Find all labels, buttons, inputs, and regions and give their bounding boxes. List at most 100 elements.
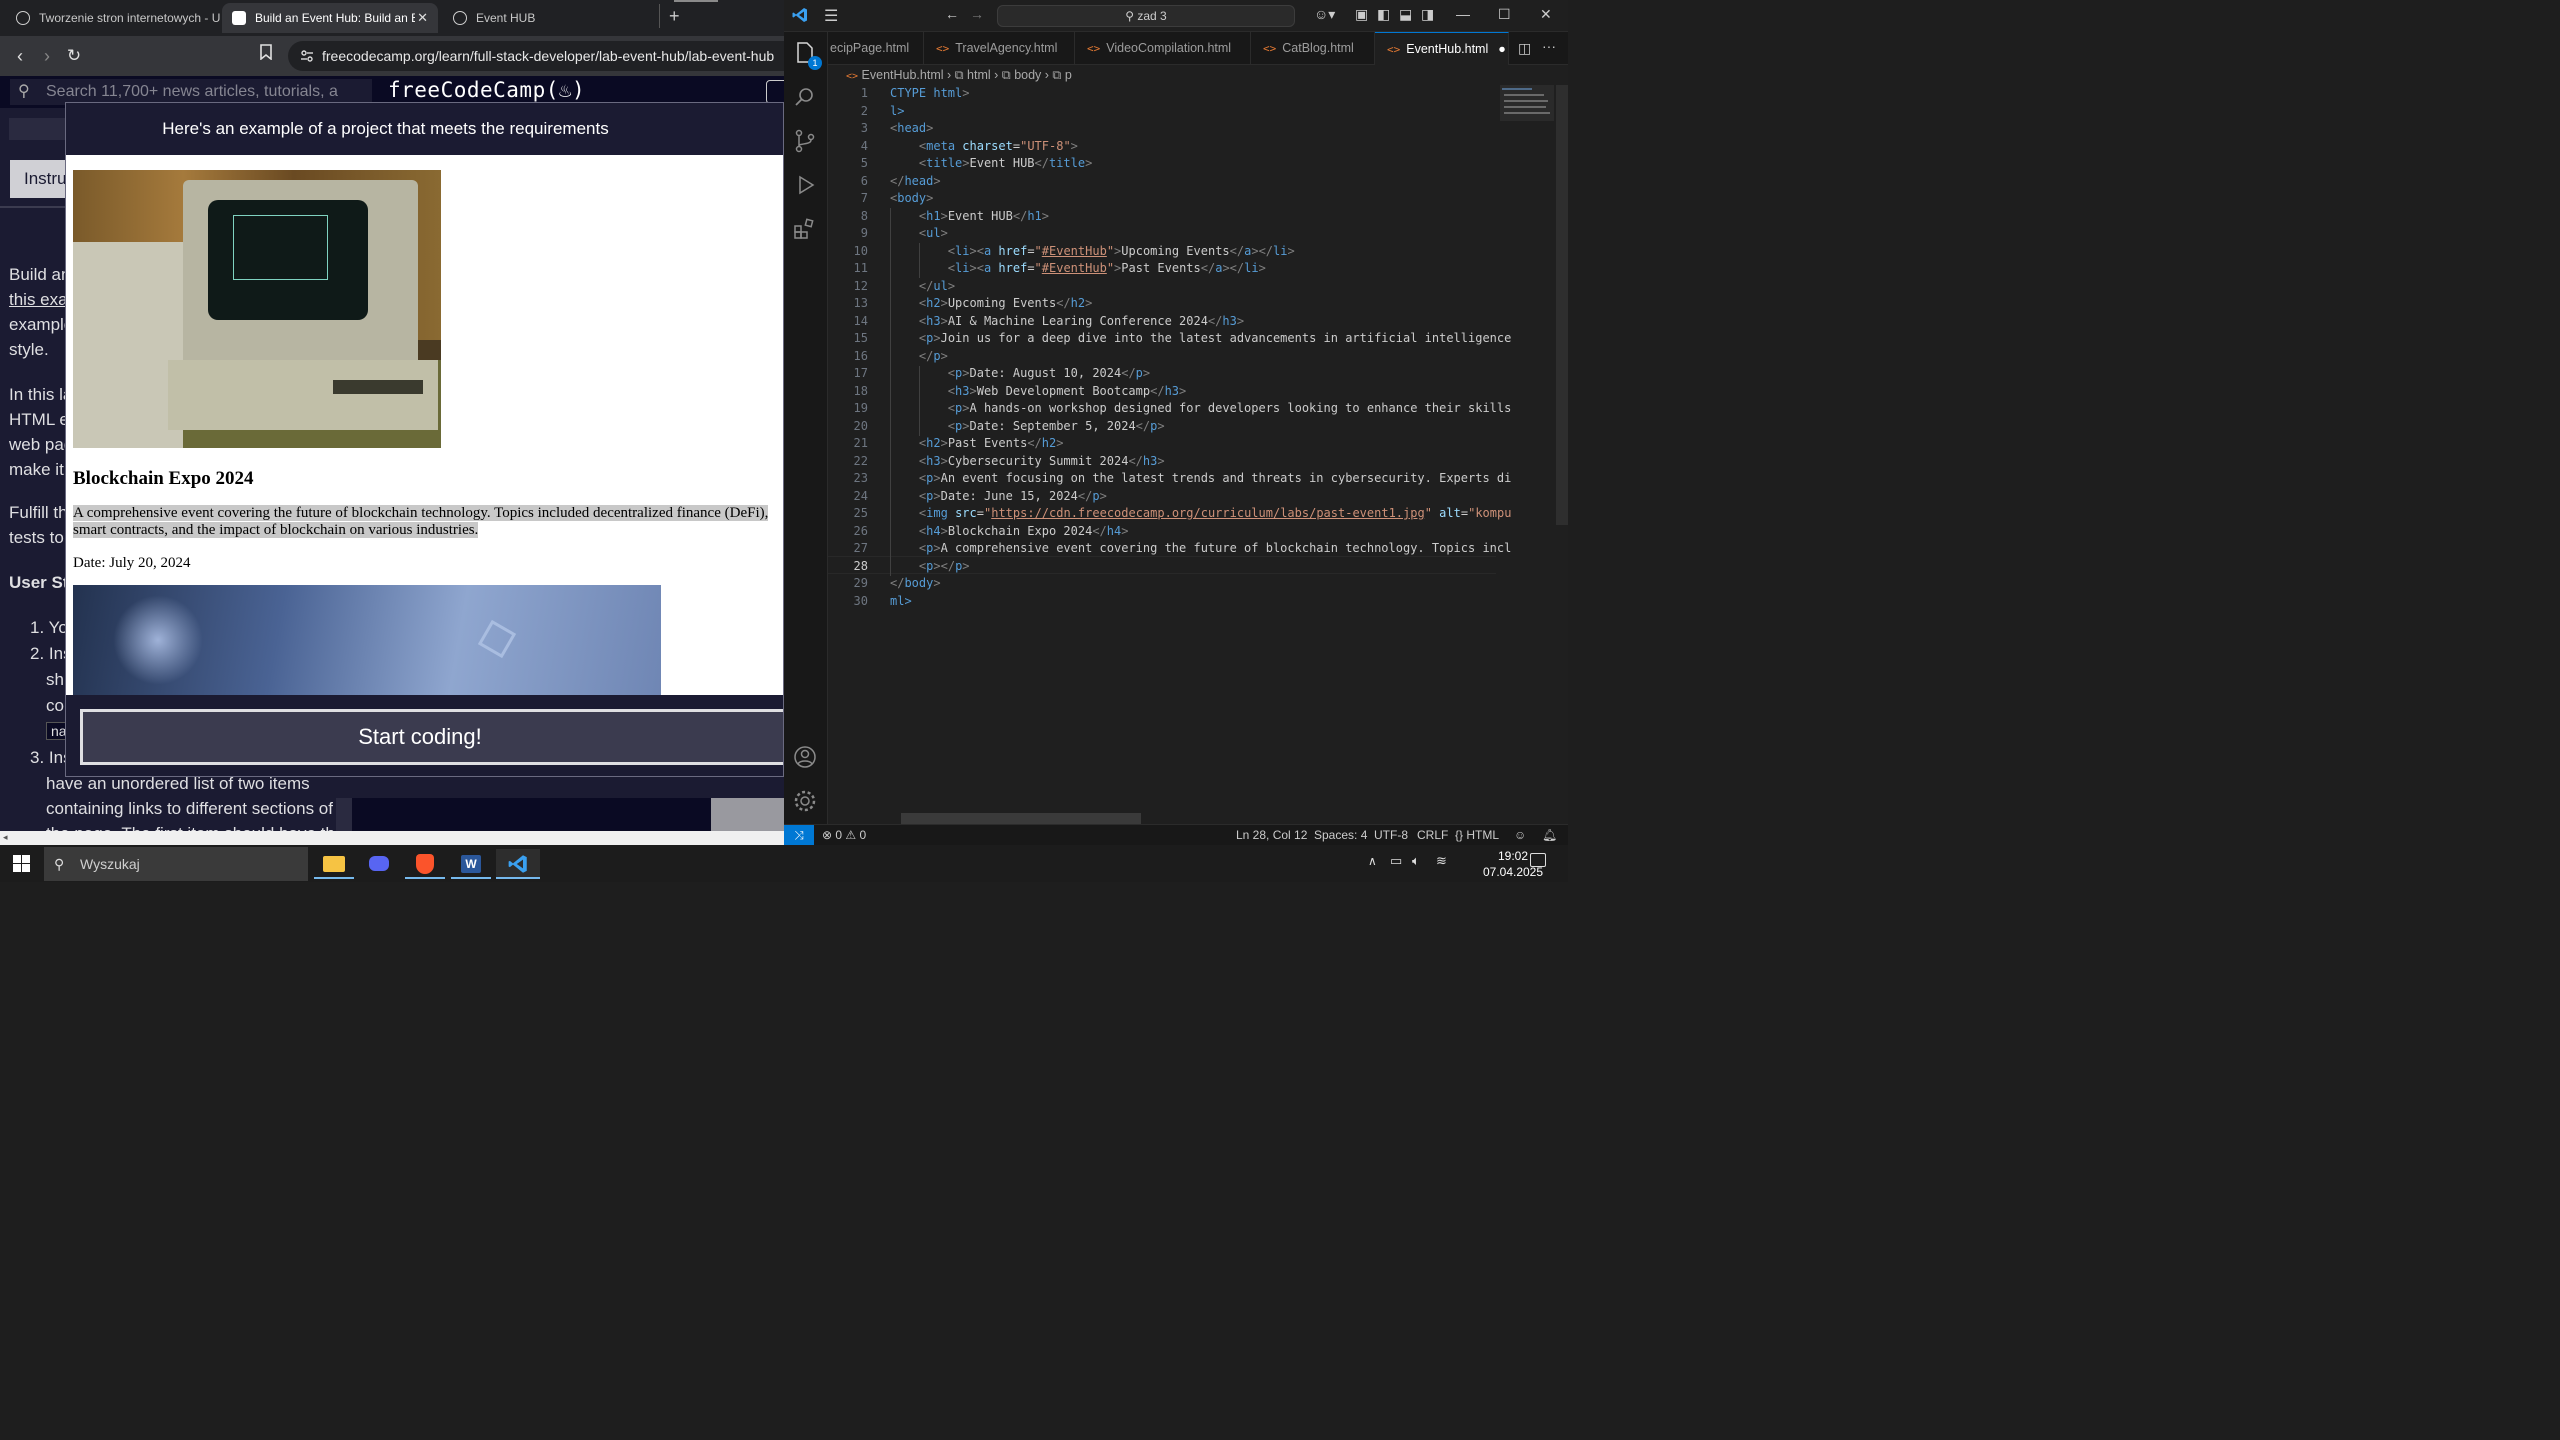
html-file-icon: <> <box>1087 42 1101 55</box>
new-tab-icon[interactable]: + <box>669 6 680 27</box>
search-icon[interactable] <box>792 84 820 112</box>
gear-icon[interactable] <box>792 788 820 816</box>
windows-search-box[interactable]: ⚲ Wyszukaj <box>44 847 308 881</box>
toggle-sidebar-icon[interactable]: ◧ <box>1377 6 1390 23</box>
language-mode[interactable]: {} HTML <box>1455 825 1499 845</box>
search-placeholder: Wyszukaj <box>80 856 140 872</box>
browser-tab[interactable]: Tworzenie stron internetowych - Un <box>6 3 220 33</box>
windows-start-icon[interactable] <box>13 855 30 872</box>
line-number: 20 <box>853 418 868 433</box>
language-globe-icon[interactable] <box>766 80 784 104</box>
tab-label: TravelAgency.html <box>955 41 1058 55</box>
customize-layout-icon[interactable]: ▣ <box>1355 6 1368 23</box>
brave-browser-icon[interactable] <box>405 849 445 879</box>
wifi-icon[interactable]: ≋ <box>1436 853 1447 869</box>
scroll-left-icon[interactable]: ◂ <box>3 832 8 843</box>
horizontal-scrollbar[interactable]: ◂ <box>0 831 784 845</box>
more-actions-icon[interactable]: ··· <box>1542 38 1556 54</box>
tab-label: CatBlog.html <box>1282 41 1354 55</box>
close-window-icon[interactable]: ✕ <box>1540 6 1552 23</box>
browser-tab-active[interactable]: Build an Event Hub: Build an Ev ✕ <box>222 3 438 33</box>
bell-icon[interactable]: 🔔︎ <box>1542 825 1557 845</box>
source-control-icon[interactable] <box>792 128 820 156</box>
encoding[interactable]: UTF-8 <box>1374 825 1408 845</box>
breadcrumb-item[interactable]: p <box>1065 68 1072 82</box>
close-tab-icon[interactable]: ✕ <box>417 10 428 26</box>
tab-video-compilation[interactable]: <> VideoCompilation.html <box>1075 32 1251 65</box>
line-ending[interactable]: CRLF <box>1417 825 1448 845</box>
back-arrow-icon[interactable]: ← <box>945 6 959 22</box>
explorer-icon[interactable]: 1 <box>792 40 822 70</box>
line-number: 13 <box>853 296 868 310</box>
cursor-position[interactable]: Ln 28, Col 12 <box>1236 825 1307 845</box>
tab-scroll-indicator <box>674 0 718 2</box>
divider <box>0 206 68 208</box>
volume-icon[interactable]: 🔈︎ <box>1412 853 1420 869</box>
example-link[interactable]: this exa <box>9 290 68 310</box>
address-bar[interactable]: freecodecamp.org/learn/full-stack-develo… <box>288 41 784 71</box>
minimap[interactable] <box>1496 85 1556 815</box>
discord-icon[interactable] <box>359 849 399 879</box>
remote-indicator-icon[interactable]: ⤨ <box>784 825 814 845</box>
search-icon: ⚲ <box>54 856 65 872</box>
minimize-icon[interactable]: — <box>1456 6 1470 22</box>
tab-cat-blog[interactable]: <> CatBlog.html <box>1251 32 1375 65</box>
indentation[interactable]: Spaces: 4 <box>1314 825 1367 845</box>
tab-recipe-page[interactable]: ecipPage.html <box>828 32 924 65</box>
battery-icon[interactable]: ▭ <box>1390 853 1402 869</box>
code-line: </p> <box>918 348 948 363</box>
event-date: Date: July 20, 2024 <box>73 555 191 571</box>
forward-icon[interactable]: › <box>35 44 59 68</box>
toggle-secondary-sidebar-icon[interactable]: ◨ <box>1421 6 1434 23</box>
code-line: <p>A hands-on workshop designed for deve… <box>947 401 1512 415</box>
code-line: <h2>Past Events</h2> <box>918 436 1064 450</box>
horizontal-scrollbar[interactable] <box>901 813 1141 824</box>
bookmark-icon[interactable] <box>254 44 278 68</box>
command-center-search[interactable]: ⚲ zad 3 <box>997 5 1295 27</box>
fcc-logo[interactable]: freeCodeCamp(♨) <box>388 78 585 102</box>
breadcrumb-item[interactable]: EventHub.html <box>862 68 944 82</box>
vscode-taskbar-icon[interactable] <box>496 849 540 879</box>
extensions-icon[interactable] <box>792 216 820 244</box>
line-number: 14 <box>853 313 868 328</box>
description-text: Fulfill th <box>9 503 68 522</box>
show-hidden-icons-chevron-up-icon[interactable]: ∧ <box>1368 854 1377 868</box>
run-debug-icon[interactable] <box>792 172 820 200</box>
notification-center-icon[interactable] <box>1530 853 1546 867</box>
tab-travel-agency[interactable]: <> TravelAgency.html <box>924 32 1075 65</box>
activity-bar: 1 <box>784 32 828 824</box>
copilot-status-icon[interactable]: ☺ <box>1514 825 1526 845</box>
line-number: 15 <box>853 331 868 345</box>
account-icon[interactable] <box>792 744 820 772</box>
event-description: A comprehensive event covering the futur… <box>73 505 783 539</box>
line-number: 23 <box>853 471 868 485</box>
start-coding-button[interactable]: Start coding! <box>80 709 783 765</box>
tab-event-hub[interactable]: <> EventHub.html ● <box>1375 32 1509 65</box>
breadcrumb-item[interactable]: body <box>1014 68 1041 82</box>
tab-label: ecipPage.html <box>830 41 910 55</box>
url-text: freecodecamp.org/learn/full-stack-develo… <box>322 48 775 64</box>
reload-icon[interactable]: ↻ <box>62 44 86 68</box>
breadcrumb-item[interactable]: html <box>967 68 991 82</box>
site-info-icon[interactable] <box>300 49 314 63</box>
menu-icon[interactable]: ☰ <box>824 6 838 26</box>
forward-arrow-icon[interactable]: → <box>970 6 984 22</box>
browser-tab-label: Tworzenie stron internetowych - Un <box>39 11 220 25</box>
problems-indicator[interactable]: ⊗ 0 ⚠ 0 <box>822 825 866 845</box>
vertical-scrollbar[interactable] <box>1556 85 1568 525</box>
code-editor[interactable]: 1 2 3 4 5 6 7 8 9 10 11 12 13 14 15 16 1… <box>828 85 1512 815</box>
windows-taskbar: ⚲ Wyszukaj W ∧ ▭ 🔈︎ ≋ 19:02 07.04.2025 <box>0 845 1568 882</box>
instructions-tab[interactable]: Instru <box>10 160 70 198</box>
split-editor-icon[interactable]: ◫ <box>1518 40 1531 57</box>
file-explorer-icon[interactable] <box>314 849 354 879</box>
unsaved-dot-icon[interactable]: ● <box>1498 42 1506 56</box>
microsoft-word-icon[interactable]: W <box>451 849 491 879</box>
maximize-icon[interactable]: ☐ <box>1498 6 1511 23</box>
line-number: 3 <box>860 121 868 135</box>
copilot-icon[interactable]: ☺▾ <box>1314 6 1335 23</box>
toggle-panel-icon[interactable]: ⬓ <box>1399 6 1412 23</box>
description-text: make it <box>9 460 64 479</box>
browser-tab[interactable]: Event HUB <box>443 3 643 33</box>
freecodecamp-page: ⚲ Search 11,700+ news articles, tutorial… <box>0 76 784 845</box>
back-icon[interactable]: ‹ <box>8 44 32 68</box>
